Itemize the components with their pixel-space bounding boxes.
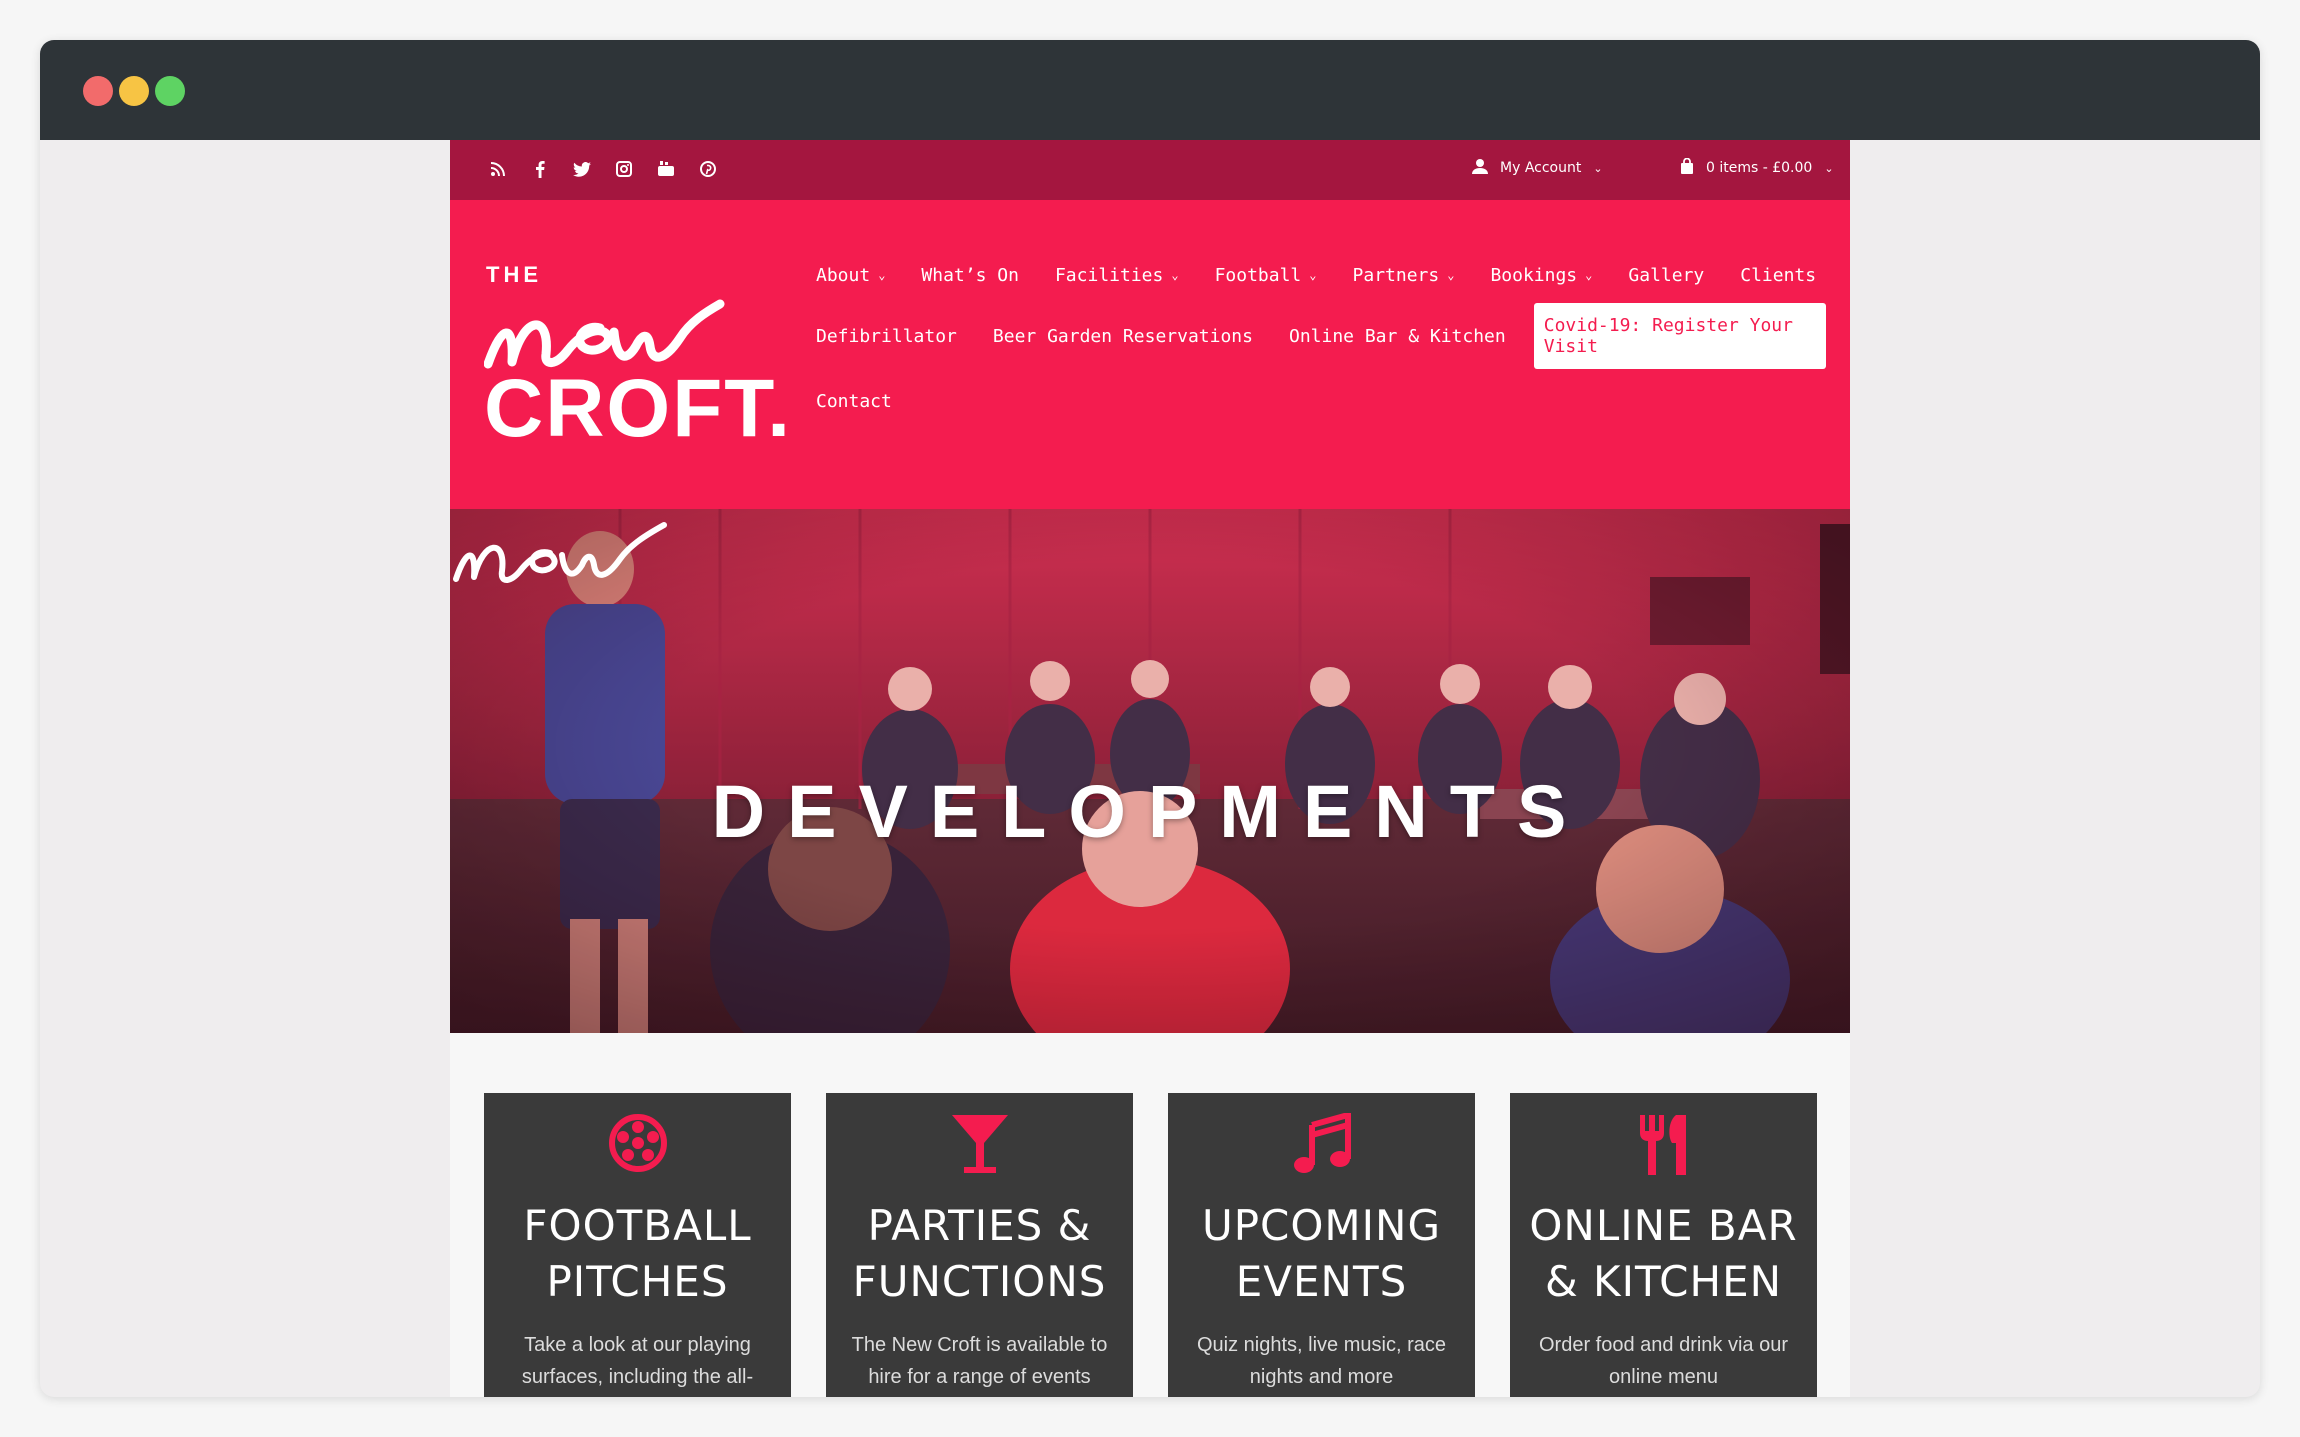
nav-gallery[interactable]: Gallery: [1628, 265, 1704, 286]
nav-row-2: Defibrillator Beer Garden Reservations O…: [816, 303, 1826, 369]
nav-beer-garden-label: Beer Garden Reservations: [992, 325, 1253, 347]
site-logo[interactable]: THE CROFT.: [484, 262, 790, 450]
nav-whats-on-label: What’s On: [921, 264, 1019, 286]
hero-banner: DEVELOPMENTS: [450, 509, 1850, 1033]
hero-title: DEVELOPMENTS: [711, 770, 1589, 853]
facebook-icon[interactable]: [530, 158, 550, 180]
card-description: Take a look at our playing surfaces, inc…: [521, 1334, 754, 1388]
nav-contact[interactable]: Contact: [816, 391, 892, 412]
nav-bookings-label: Bookings: [1490, 264, 1578, 286]
browser-window: My Account ⌄ 0 items - £0.00 ⌄ THE CROFT…: [40, 40, 2260, 1397]
card-football-pitches[interactable]: FOOTBALL PITCHES Take a look at our playi…: [484, 1093, 791, 1397]
card-description: The New Croft is available to hire for a…: [851, 1334, 1108, 1388]
nav-partners-label: Partners: [1352, 264, 1440, 286]
chevron-down-icon: ⌄: [878, 268, 886, 282]
nav-defibrillator-label: Defibrillator: [816, 325, 957, 347]
youtube-icon[interactable]: [656, 158, 676, 180]
logo-new-script: [484, 299, 725, 369]
card-description: Quiz nights, live music, race nights and…: [1197, 1334, 1446, 1388]
my-account-label: My Account: [1500, 160, 1582, 176]
nav-about-label: About: [816, 264, 871, 286]
hero-new-script: [453, 522, 667, 583]
nav-about[interactable]: About ⌄: [816, 265, 885, 286]
close-window-button[interactable]: [83, 76, 113, 106]
cutlery-icon: [1510, 1113, 1817, 1179]
football-icon: [484, 1113, 791, 1179]
top-bar: My Account ⌄ 0 items - £0.00 ⌄: [450, 140, 1850, 200]
website: My Account ⌄ 0 items - £0.00 ⌄ THE CROFT…: [450, 140, 1850, 1397]
card-title: ONLINE BAR & KITCHEN: [1529, 1201, 1798, 1306]
card-online-bar-kitchen[interactable]: ONLINE BAR & KITCHEN Order food and drink…: [1510, 1093, 1817, 1397]
site-header: THE CROFT. About ⌄ What’s On Facilities ⌄ …: [450, 200, 1850, 509]
twitter-icon[interactable]: [572, 158, 592, 180]
minimize-window-button[interactable]: [119, 76, 149, 106]
chevron-down-icon: ⌄: [1309, 268, 1317, 282]
logo-croft-text: CROFT.: [484, 363, 793, 454]
nav-contact-label: Contact: [816, 390, 892, 412]
nav-partners[interactable]: Partners ⌄: [1353, 265, 1455, 286]
music-note-icon: [1168, 1113, 1475, 1179]
nav-defibrillator[interactable]: Defibrillator: [816, 326, 957, 347]
cart-menu[interactable]: 0 items - £0.00 ⌄: [1680, 157, 1834, 178]
covid-register-button[interactable]: Covid-19: Register Your Visit: [1533, 303, 1826, 369]
chevron-down-icon: ⌄: [1593, 161, 1603, 175]
cart-summary: 0 items - £0.00: [1706, 160, 1813, 176]
my-account-menu[interactable]: My Account ⌄: [1472, 158, 1603, 178]
card-parties-functions[interactable]: PARTIES & FUNCTIONS The New Croft is avai…: [826, 1093, 1133, 1397]
pinterest-icon[interactable]: [698, 158, 718, 180]
chevron-down-icon: ⌄: [1171, 268, 1179, 282]
nav-row-3: Contact: [816, 381, 928, 421]
nav-football-label: Football: [1214, 264, 1302, 286]
card-title: FOOTBALL PITCHES: [523, 1201, 752, 1306]
nav-online-bar[interactable]: Online Bar & Kitchen: [1289, 326, 1506, 347]
nav-clients-label: Clients: [1740, 264, 1817, 286]
card-upcoming-events[interactable]: UPCOMING EVENTS Quiz nights, live music, …: [1168, 1093, 1475, 1397]
nav-whats-on[interactable]: What’s On: [921, 265, 1019, 286]
nav-online-bar-label: Online Bar & Kitchen: [1288, 325, 1506, 347]
nav-beer-garden[interactable]: Beer Garden Reservations: [993, 326, 1253, 347]
user-icon: [1472, 158, 1488, 178]
browser-titlebar: [40, 40, 2260, 140]
nav-bookings[interactable]: Bookings ⌄: [1490, 265, 1592, 286]
chevron-down-icon: ⌄: [1824, 161, 1834, 175]
cocktail-icon: [826, 1113, 1133, 1179]
rss-icon[interactable]: [488, 158, 508, 180]
card-title: UPCOMING EVENTS: [1201, 1201, 1442, 1306]
nav-gallery-label: Gallery: [1628, 264, 1705, 286]
nav-clients[interactable]: Clients: [1740, 265, 1816, 286]
shopping-bag-icon: [1680, 157, 1694, 178]
nav-facilities[interactable]: Facilities ⌄: [1055, 265, 1179, 286]
chevron-down-icon: ⌄: [1585, 268, 1593, 282]
nav-football[interactable]: Football ⌄: [1215, 265, 1317, 286]
instagram-icon[interactable]: [614, 158, 634, 180]
chevron-down-icon: ⌄: [1447, 268, 1455, 282]
feature-cards: FOOTBALL PITCHES Take a look at our playi…: [484, 1093, 1818, 1397]
nav-row-1: About ⌄ What’s On Facilities ⌄ Football ⌄ P…: [816, 255, 1816, 295]
card-description: Order food and drink via our online menu: [1538, 1334, 1789, 1388]
nav-facilities-label: Facilities: [1054, 264, 1164, 286]
maximize-window-button[interactable]: [155, 76, 185, 106]
card-title: PARTIES & FUNCTIONS: [852, 1201, 1107, 1306]
social-links: [488, 158, 718, 180]
